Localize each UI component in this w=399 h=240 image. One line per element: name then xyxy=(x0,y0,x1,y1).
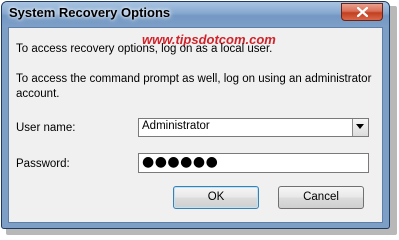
password-label: Password: xyxy=(16,158,70,170)
username-label: User name: xyxy=(16,122,76,134)
local-user-message: To access recovery options, log on as a … xyxy=(16,43,273,55)
dropdown-button[interactable] xyxy=(352,119,368,136)
username-value: Administrator xyxy=(142,120,210,132)
cancel-button[interactable]: Cancel xyxy=(278,186,364,209)
admin-message: To access the command prompt as well, lo… xyxy=(16,73,372,100)
close-icon xyxy=(357,7,368,17)
username-dropdown[interactable]: Administrator xyxy=(138,118,369,137)
window-title: System Recovery Options xyxy=(9,5,171,20)
dialog-window: System Recovery Options www.tipsdotcom.c… xyxy=(1,1,390,229)
chevron-down-icon xyxy=(356,124,364,129)
title-bar[interactable]: System Recovery Options xyxy=(2,2,389,27)
password-field[interactable]: ●●●●●● xyxy=(138,153,369,173)
close-button[interactable] xyxy=(341,3,383,21)
ok-button[interactable]: OK xyxy=(173,186,259,209)
dialog-content: www.tipsdotcom.com To access recovery op… xyxy=(8,27,383,223)
password-masked-value: ●●●●●● xyxy=(142,154,219,170)
